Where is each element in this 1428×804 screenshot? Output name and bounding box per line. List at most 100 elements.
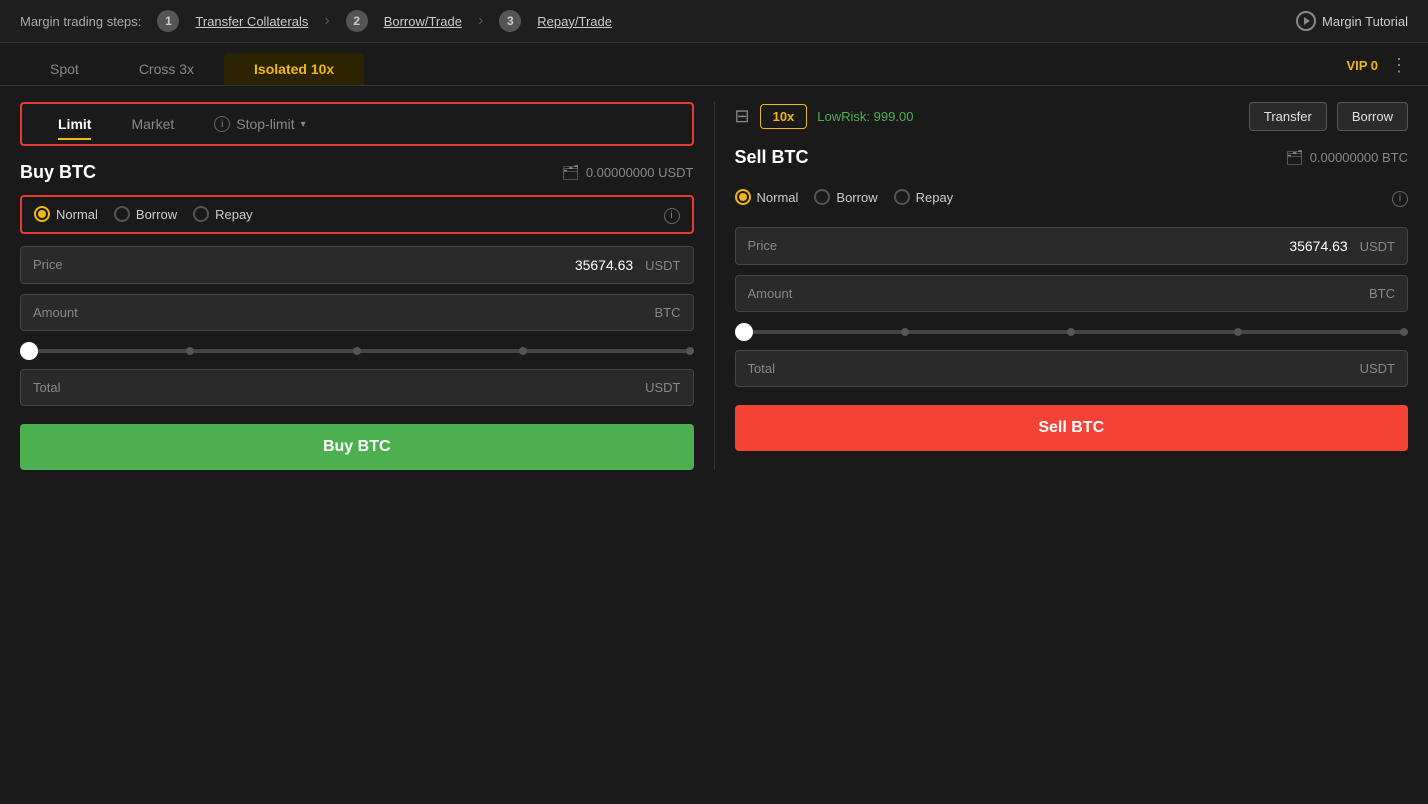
buy-price-value-area: 35674.63 USDT [575, 257, 681, 273]
step1-link[interactable]: Transfer Collaterals [195, 14, 308, 29]
more-options-icon[interactable]: ⋮ [1390, 55, 1408, 76]
buy-slider-dot-100 [686, 347, 694, 355]
sell-total-label: Total [748, 361, 775, 376]
sell-repay-label: Repay [916, 190, 954, 205]
sell-button[interactable]: Sell BTC [735, 405, 1409, 451]
sell-borrow-label: Borrow [836, 190, 877, 205]
mode-tabs: Spot Cross 3x Isolated 10x VIP 0 ⋮ [0, 43, 1428, 86]
leverage-button[interactable]: 10x [760, 104, 808, 129]
buy-price-unit: USDT [645, 258, 680, 273]
buy-radio-info-icon: i [664, 205, 680, 224]
buy-normal-label: Normal [56, 207, 98, 222]
buy-price-value: 35674.63 [575, 257, 633, 273]
buy-radio-group-box: Normal Borrow Repay i [20, 195, 694, 234]
sell-slider-dot-25 [901, 328, 909, 336]
buy-amount-field[interactable]: Amount BTC [20, 294, 694, 331]
low-risk-value: 999.00 [874, 109, 914, 124]
tutorial-button[interactable]: Margin Tutorial [1296, 11, 1408, 31]
trading-area: Limit Market i Stop-limit ▾ Buy BTC 🗂 0.… [0, 86, 1428, 486]
order-type-box: Limit Market i Stop-limit ▾ [20, 102, 694, 146]
tab-isolated[interactable]: Isolated 10x [224, 53, 364, 85]
sell-slider-handle[interactable] [735, 323, 753, 341]
sell-slider-container[interactable] [735, 322, 1409, 350]
play-icon [1296, 11, 1316, 31]
buy-price-field[interactable]: Price 35674.63 USDT [20, 246, 694, 284]
sell-slider-dots [735, 328, 1409, 336]
buy-amount-label: Amount [33, 305, 78, 320]
sell-slider-dot-50 [1067, 328, 1075, 336]
sell-radio-info-icon: i [1392, 188, 1408, 207]
buy-slider-dots [20, 347, 694, 355]
sell-slider-track [735, 330, 1409, 334]
sell-radio-normal-circle [735, 189, 751, 205]
sell-pair-header: Sell BTC 🗂 0.00000000 BTC [735, 147, 1409, 168]
sell-price-field[interactable]: Price 35674.63 USDT [735, 227, 1409, 265]
step3-num: 3 [499, 10, 521, 32]
tab-cross[interactable]: Cross 3x [109, 53, 224, 85]
calculator-icon[interactable]: ⊟ [735, 106, 750, 127]
sell-radio-repay[interactable]: Repay [894, 189, 954, 205]
tutorial-label: Margin Tutorial [1322, 14, 1408, 29]
sell-pair-title: Sell BTC [735, 147, 809, 168]
buy-total-label: Total [33, 380, 60, 395]
buy-slider-dot-25 [186, 347, 194, 355]
sell-price-value: 35674.63 [1289, 238, 1347, 254]
nav-sep-2: › [478, 12, 483, 30]
tab-spot[interactable]: Spot [20, 53, 109, 85]
sell-slider-dot-75 [1234, 328, 1242, 336]
sell-wallet-icon: 🗂 [1286, 149, 1304, 166]
borrow-button[interactable]: Borrow [1337, 102, 1408, 131]
sell-radio-borrow-circle [814, 189, 830, 205]
sell-radio-normal[interactable]: Normal [735, 189, 799, 205]
buy-price-label: Price [33, 257, 63, 272]
buy-wallet-icon: 🗂 [562, 164, 580, 181]
sell-amount-field[interactable]: Amount BTC [735, 275, 1409, 312]
controls-bar: ⊟ 10x LowRisk: 999.00 Transfer Borrow [735, 102, 1409, 131]
nav-sep-1: › [324, 12, 329, 30]
buy-total-field[interactable]: Total USDT [20, 369, 694, 406]
buy-amount-unit: BTC [655, 305, 681, 320]
buy-radio-normal[interactable]: Normal [34, 206, 98, 222]
buy-panel: Limit Market i Stop-limit ▾ Buy BTC 🗂 0.… [20, 102, 714, 470]
buy-slider-dot-50 [353, 347, 361, 355]
buy-pair-title: Buy BTC [20, 162, 96, 183]
sell-normal-label: Normal [757, 190, 799, 205]
tab-stoplimit[interactable]: i Stop-limit ▾ [194, 110, 325, 138]
sell-balance: 0.00000000 BTC [1310, 150, 1408, 165]
buy-slider-dot-75 [519, 347, 527, 355]
sell-slider-dot-100 [1400, 328, 1408, 336]
sell-radio-repay-circle [894, 189, 910, 205]
buy-borrow-label: Borrow [136, 207, 177, 222]
sell-radio-group: Normal Borrow Repay i [735, 180, 1409, 215]
low-risk-label: LowRisk: 999.00 [817, 109, 913, 124]
buy-total-unit: USDT [645, 380, 680, 395]
sell-balance-info: 🗂 0.00000000 BTC [1286, 149, 1408, 166]
buy-radio-borrow-circle [114, 206, 130, 222]
buy-balance-info: 🗂 0.00000000 USDT [562, 164, 693, 181]
tab-market[interactable]: Market [111, 110, 194, 138]
buy-slider-handle[interactable] [20, 342, 38, 360]
step2-num: 2 [346, 10, 368, 32]
step3-link[interactable]: Repay/Trade [537, 14, 612, 29]
stoplimit-dropdown-icon: ▾ [301, 119, 306, 130]
top-nav: Margin trading steps: 1 Transfer Collate… [0, 0, 1428, 43]
buy-slider-track [20, 349, 694, 353]
buy-repay-label: Repay [215, 207, 253, 222]
buy-radio-repay-circle [193, 206, 209, 222]
sell-total-unit: USDT [1360, 361, 1395, 376]
buy-button[interactable]: Buy BTC [20, 424, 694, 470]
transfer-button[interactable]: Transfer [1249, 102, 1327, 131]
margin-steps-label: Margin trading steps: [20, 14, 141, 29]
sell-price-value-area: 35674.63 USDT [1289, 238, 1395, 254]
buy-radio-normal-circle [34, 206, 50, 222]
buy-radio-repay[interactable]: Repay [193, 206, 253, 222]
sell-amount-label: Amount [748, 286, 793, 301]
stoplimit-info-icon: i [214, 116, 230, 132]
tab-limit[interactable]: Limit [38, 110, 111, 138]
sell-radio-borrow[interactable]: Borrow [814, 189, 877, 205]
buy-radio-borrow[interactable]: Borrow [114, 206, 177, 222]
step2-link[interactable]: Borrow/Trade [384, 14, 462, 29]
buy-balance: 0.00000000 USDT [586, 165, 694, 180]
buy-slider-container[interactable] [20, 341, 694, 369]
sell-total-field[interactable]: Total USDT [735, 350, 1409, 387]
